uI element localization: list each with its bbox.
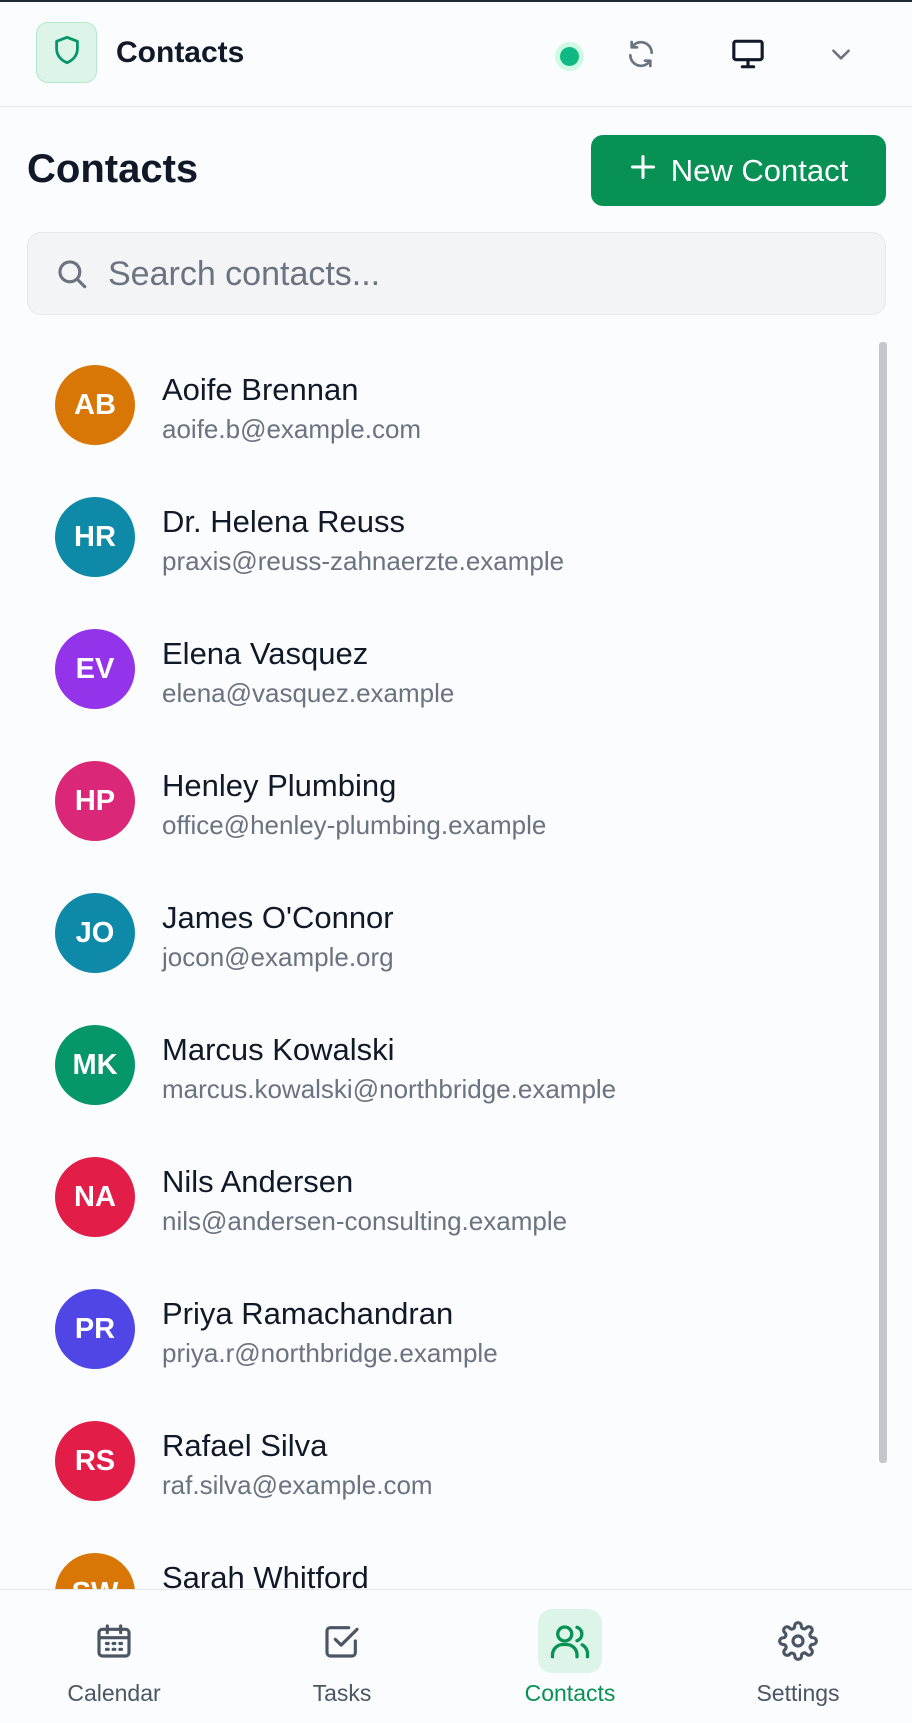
avatar: JO [55,893,135,973]
avatar: MK [55,1025,135,1105]
nav-label: Settings [756,1680,840,1706]
sync-icon [625,38,657,75]
contact-name: Priya Ramachandran [162,1296,454,1331]
avatar: PR [55,1289,135,1369]
contact-list-item[interactable]: RS Rafael Silva raf.silva@example.com [0,1398,880,1530]
new-contact-button[interactable]: New Contact [591,135,886,206]
contact-email: elena@vasquez.example [162,678,455,708]
contact-list-item[interactable]: HR Dr. Helena Reuss praxis@reuss-zahnaerzt… [0,474,880,606]
sync-button[interactable] [617,32,665,80]
contact-list-item[interactable]: HP Henley Plumbing office@henley-plumbing.… [0,738,880,870]
avatar: RS [55,1421,135,1501]
avatar: EV [55,629,135,709]
app-title: Contacts [116,36,245,69]
contact-name: Henley Plumbing [162,768,397,803]
contact-name: Aoife Brennan [162,372,359,407]
nav-item-tasks[interactable]: Tasks [228,1590,456,1723]
sync-status-indicator [560,47,579,66]
new-contact-label: New Contact [670,152,849,188]
nav-item-contacts[interactable]: Contacts [456,1590,684,1723]
contact-list-item[interactable]: MK Marcus Kowalski marcus.kowalski@northbr… [0,1002,880,1134]
search-input[interactable] [108,245,868,303]
contact-email: nils@andersen-consulting.example [162,1206,568,1236]
nav-label: Calendar [67,1680,161,1706]
shield-icon [53,35,81,70]
contact-name: Nils Andersen [162,1164,354,1199]
avatar: HR [55,497,135,577]
contact-email: jocon@example.org [162,942,394,972]
contact-list-item[interactable]: NA Nils Andersen nils@andersen-consulting.… [0,1134,880,1266]
app-header: Contacts [0,2,912,107]
tasks-icon [310,1609,374,1673]
avatar: AB [55,365,135,445]
search-icon [55,257,89,296]
contact-email: priya.r@northbridge.example [162,1338,498,1368]
nav-label: Contacts [524,1680,616,1706]
contact-name: Elena Vasquez [162,636,369,671]
contact-name: Marcus Kowalski [162,1032,395,1067]
account-menu-button[interactable] [817,32,865,80]
contact-name: Sarah Whitford [162,1560,369,1589]
contact-list-item[interactable]: EV Elena Vasquez elena@vasquez.example [0,606,880,738]
contact-email: aoife.b@example.com [162,414,422,444]
page-title: Contacts [27,147,199,191]
contact-name: James O'Connor [162,900,394,935]
contact-list-item[interactable]: PR Priya Ramachandran priya.r@northbridge.… [0,1266,880,1398]
contacts-icon [538,1609,602,1673]
monitor-icon [731,38,765,75]
bottom-nav: Calendar Tasks Contacts Settings [0,1589,912,1723]
contact-email: marcus.kowalski@northbridge.example [162,1074,617,1104]
calendar-icon [82,1609,146,1673]
plus-icon [629,153,657,189]
contact-list-item[interactable]: JO James O'Connor jocon@example.org [0,870,880,1002]
gear-icon [766,1609,830,1673]
contact-name: Rafael Silva [162,1428,328,1463]
contact-list-item[interactable]: AB Aoife Brennan aoife.b@example.com [0,342,880,474]
scrollbar[interactable] [879,342,887,1463]
avatar: SW [55,1553,135,1589]
nav-item-calendar[interactable]: Calendar [0,1590,228,1723]
nav-label: Tasks [312,1680,372,1706]
contact-list: AB Aoife Brennan aoife.b@example.com HR Dr. … [0,342,912,1589]
avatar: NA [55,1157,135,1237]
app-logo [36,22,97,83]
chevron-down-icon [828,41,854,72]
nav-item-settings[interactable]: Settings [684,1590,912,1723]
search-box [27,232,886,315]
contact-email: raf.silva@example.com [162,1470,433,1500]
contact-email: praxis@reuss-zahnaerzte.example [162,546,565,576]
avatar: HP [55,761,135,841]
display-mode-button[interactable] [724,32,772,80]
contact-email: office@henley-plumbing.example [162,810,547,840]
contact-name: Dr. Helena Reuss [162,504,405,539]
contact-list-item[interactable]: SW Sarah Whitford [0,1530,880,1589]
